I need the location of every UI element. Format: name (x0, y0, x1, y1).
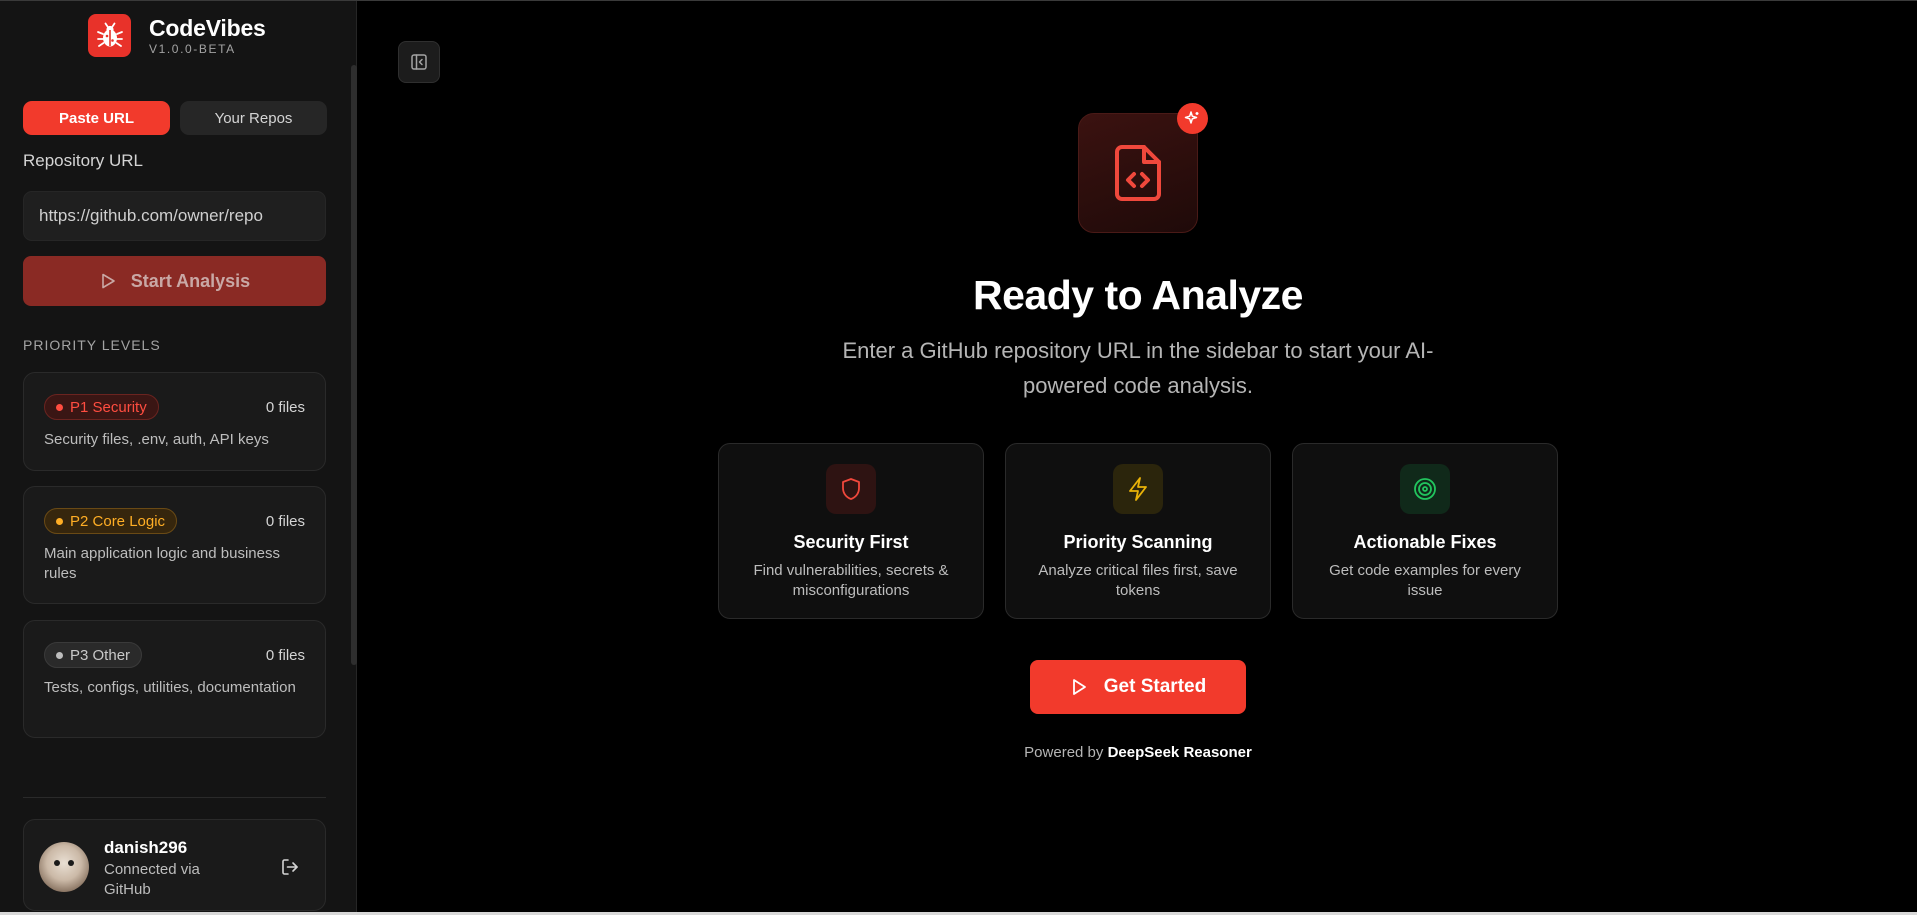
priority-badge-label: P2 Core Logic (70, 512, 166, 530)
feature-title: Actionable Fixes (1353, 532, 1497, 552)
logout-icon[interactable] (280, 857, 300, 882)
shield-icon (826, 464, 876, 514)
play-icon (1072, 679, 1086, 695)
feature-card-fixes: Actionable Fixes Get code examples for e… (1292, 443, 1558, 619)
priority-card-p2: P2 Core Logic 0 files Main application l… (23, 486, 326, 604)
priority-badge-p3: P3 Other (44, 642, 143, 668)
tab-paste-url[interactable]: Paste URL (23, 101, 170, 135)
file-count: 0 files (265, 398, 305, 416)
dot-icon (56, 403, 63, 411)
dot-icon (56, 651, 63, 659)
start-analysis-label: Start Analysis (130, 270, 251, 291)
priority-badge-p2: P2 Core Logic (44, 508, 178, 534)
sparkle-icon (1177, 103, 1208, 134)
model-name: DeepSeek Reasoner (1107, 744, 1252, 761)
avatar (39, 842, 89, 892)
powered-by-prefix: Powered by (1024, 744, 1104, 761)
tab-your-repos[interactable]: Your Repos (180, 101, 327, 135)
source-tabs: Paste URL Your Repos (23, 101, 327, 135)
priority-description: Tests, configs, utilities, documentation (44, 679, 296, 696)
priority-badge-p1: P1 Security (44, 394, 159, 420)
bug-icon (88, 14, 131, 57)
get-started-button[interactable]: Get Started (1030, 660, 1246, 714)
feature-description: Analyze critical files first, save token… (1038, 562, 1238, 599)
page-subtitle: Enter a GitHub repository URL in the sid… (842, 338, 1434, 398)
dot-icon (56, 517, 63, 525)
user-card: danish296 Connected via GitHub (23, 819, 326, 911)
file-count: 0 files (265, 646, 305, 664)
target-icon (1400, 464, 1450, 514)
priority-card-p3: P3 Other 0 files Tests, configs, utiliti… (23, 620, 326, 738)
priority-badge-label: P3 Other (70, 646, 131, 664)
lightning-icon (1113, 464, 1163, 514)
start-analysis-button[interactable]: Start Analysis (23, 256, 326, 306)
sidebar-divider (23, 797, 326, 798)
feature-card-security: Security First Find vulnerabilities, sec… (718, 443, 984, 619)
priority-card-p1: P1 Security 0 files Security files, .env… (23, 372, 326, 471)
priority-badge-label: P1 Security (70, 398, 147, 416)
powered-by: Powered by DeepSeek Reasoner (900, 744, 1376, 761)
feature-title: Security First (793, 532, 909, 552)
play-icon (101, 273, 115, 289)
user-name: danish296 (104, 838, 188, 857)
priority-description: Security files, .env, auth, API keys (44, 431, 269, 448)
brand-version: V1.0.0-BETA (149, 42, 236, 56)
priority-description: Main application logic and business rule… (44, 545, 280, 582)
brand-name: CodeVibes (149, 15, 266, 41)
sidebar-scrollbar[interactable] (351, 65, 357, 665)
feature-description: Get code examples for every issue (1329, 562, 1521, 599)
get-started-label: Get Started (1103, 676, 1207, 697)
repository-url-input[interactable] (23, 191, 326, 241)
page-title: Ready to Analyze (973, 272, 1303, 318)
user-connection-status: Connected via GitHub (104, 861, 200, 898)
priority-levels-title: PRIORITY LEVELS (23, 337, 161, 353)
repository-url-label: Repository URL (23, 151, 143, 170)
sidebar-collapse-icon (411, 54, 427, 70)
code-file-icon (1078, 113, 1198, 233)
feature-description: Find vulnerabilities, secrets & misconfi… (753, 562, 949, 599)
feature-title: Priority Scanning (1063, 532, 1213, 552)
feature-card-priority: Priority Scanning Analyze critical files… (1005, 443, 1271, 619)
collapse-sidebar-button[interactable] (398, 41, 440, 83)
sidebar: CodeVibes V1.0.0-BETA Paste URL Your Rep… (0, 1, 357, 912)
file-count: 0 files (265, 512, 305, 530)
brand: CodeVibes V1.0.0-BETA (88, 14, 266, 57)
